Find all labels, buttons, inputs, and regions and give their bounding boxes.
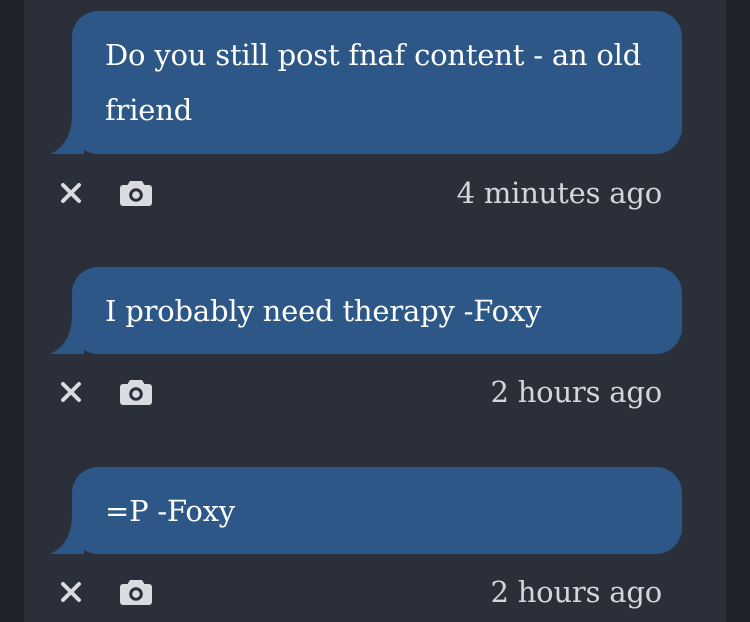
close-icon <box>61 382 81 402</box>
message-text: Do you still post fnaf content - an old … <box>105 38 642 127</box>
message-item: I probably need therapy -Foxy 2 hours ag… <box>24 267 726 427</box>
screenshot-button[interactable] <box>117 171 155 215</box>
delete-button[interactable] <box>56 171 86 215</box>
bubble-tail <box>50 516 84 554</box>
message-actions: 2 hours ago <box>24 570 726 614</box>
message-bubble: =P -Foxy <box>50 467 682 554</box>
close-icon <box>61 582 81 602</box>
message-timestamp: 4 minutes ago <box>456 176 663 210</box>
bubble-tail <box>50 316 84 354</box>
bubble-tail <box>50 116 84 154</box>
screenshot-button[interactable] <box>117 570 155 614</box>
message-actions: 4 minutes ago <box>24 171 726 215</box>
close-icon <box>61 183 81 203</box>
message-timestamp: 2 hours ago <box>490 575 662 609</box>
delete-button[interactable] <box>56 570 86 614</box>
delete-button[interactable] <box>56 370 86 414</box>
camera-icon <box>120 380 152 405</box>
message-bubble: Do you still post fnaf content - an old … <box>50 11 682 154</box>
message-column: Do you still post fnaf content - an old … <box>24 0 726 622</box>
camera-icon <box>120 181 152 206</box>
message-item: Do you still post fnaf content - an old … <box>24 11 726 221</box>
message-item: =P -Foxy 2 hours ago <box>24 467 726 622</box>
screenshot-button[interactable] <box>117 370 155 414</box>
message-actions: 2 hours ago <box>24 370 726 414</box>
camera-icon <box>120 580 152 605</box>
message-timestamp: 2 hours ago <box>490 375 662 409</box>
inbox-page: Do you still post fnaf content - an old … <box>0 0 750 622</box>
message-text: =P -Foxy <box>105 494 235 528</box>
message-bubble: I probably need therapy -Foxy <box>50 267 682 354</box>
message-text: I probably need therapy -Foxy <box>105 294 542 328</box>
